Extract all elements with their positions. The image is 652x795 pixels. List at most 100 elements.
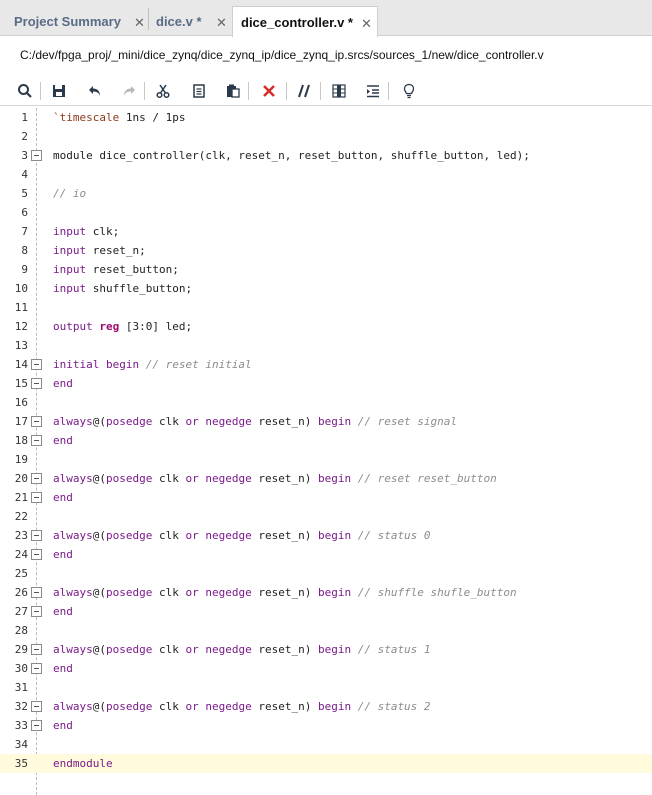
code-editor[interactable]: 1 `timescale 1ns / 1ps 2 3 module dice_contr… xyxy=(0,108,652,795)
copy-icon[interactable] xyxy=(188,80,210,102)
fold-end-icon[interactable] xyxy=(31,492,42,503)
close-icon[interactable]: ✕ xyxy=(134,15,145,31)
code-line[interactable]: 31 xyxy=(0,678,652,697)
code-line[interactable]: 3 module dice_controller(clk, reset_n, re… xyxy=(0,146,652,165)
code-line[interactable]: 34 xyxy=(0,735,652,754)
code-token: clk xyxy=(152,586,186,599)
fold-collapse-icon[interactable] xyxy=(31,587,42,598)
code-keyword: or xyxy=(185,529,199,542)
code-keyword: or xyxy=(185,700,199,713)
code-keyword: or xyxy=(185,415,199,428)
code-token: clk xyxy=(152,415,186,428)
code-line[interactable]: 32 always@(posedge clk or negedge reset_n… xyxy=(0,697,652,716)
code-token: @( xyxy=(92,700,106,713)
code-text: end xyxy=(53,377,73,390)
code-line[interactable]: 2 xyxy=(0,127,652,146)
code-line[interactable]: 5 // io xyxy=(0,184,652,203)
code-line[interactable]: 15 end xyxy=(0,374,652,393)
code-token: @( xyxy=(92,472,106,485)
code-line[interactable]: 24 end xyxy=(0,545,652,564)
code-keyword: or xyxy=(185,472,199,485)
tab-project-summary[interactable]: Project Summary ✕ xyxy=(6,6,148,36)
code-keyword: endmodule xyxy=(53,757,113,770)
column-select-icon[interactable] xyxy=(328,80,350,102)
code-line[interactable]: 14 initial begin // reset initial xyxy=(0,355,652,374)
code-line[interactable]: 21 end xyxy=(0,488,652,507)
code-line[interactable]: 8 input reset_n; xyxy=(0,241,652,260)
code-line[interactable]: 22 xyxy=(0,507,652,526)
fold-end-icon[interactable] xyxy=(31,720,42,731)
code-text: `timescale 1ns / 1ps xyxy=(53,111,185,124)
code-line[interactable]: 19 xyxy=(0,450,652,469)
code-line[interactable]: 9 input reset_button; xyxy=(0,260,652,279)
code-keyword: end xyxy=(53,662,73,675)
tab-dice-v[interactable]: dice.v * ✕ xyxy=(148,6,232,36)
code-line[interactable]: 10 input shuffle_button; xyxy=(0,279,652,298)
fold-collapse-icon[interactable] xyxy=(31,701,42,712)
close-icon[interactable]: ✕ xyxy=(361,16,372,32)
code-text: always@(posedge clk or negedge reset_n) … xyxy=(53,586,517,599)
code-line[interactable]: 17 always@(posedge clk or negedge reset_n… xyxy=(0,412,652,431)
fold-end-icon[interactable] xyxy=(31,435,42,446)
code-line[interactable]: 33 end xyxy=(0,716,652,735)
search-icon[interactable] xyxy=(14,80,36,102)
fold-collapse-icon[interactable] xyxy=(31,473,42,484)
fold-collapse-icon[interactable] xyxy=(31,416,42,427)
code-token: clk xyxy=(152,529,186,542)
code-keyword: end xyxy=(53,605,73,618)
fold-collapse-icon[interactable] xyxy=(31,359,42,370)
fold-end-icon[interactable] xyxy=(31,606,42,617)
code-keyword: begin xyxy=(317,415,352,428)
code-line[interactable]: 27 end xyxy=(0,602,652,621)
code-line[interactable]: 29 always@(posedge clk or negedge reset_n… xyxy=(0,640,652,659)
code-line[interactable]: 30 end xyxy=(0,659,652,678)
code-line[interactable]: 18 end xyxy=(0,431,652,450)
code-line[interactable]: 4 xyxy=(0,165,652,184)
code-line[interactable]: 13 xyxy=(0,336,652,355)
code-text: end xyxy=(53,605,73,618)
code-line[interactable]: 26 always@(posedge clk or negedge reset_n… xyxy=(0,583,652,602)
save-icon[interactable] xyxy=(48,80,70,102)
code-line[interactable]: 35 endmodule xyxy=(0,754,652,773)
paste-icon[interactable] xyxy=(222,80,244,102)
fold-end-icon[interactable] xyxy=(31,378,42,389)
tab-label: Project Summary xyxy=(14,13,121,29)
toolbar-divider xyxy=(388,82,389,100)
line-number: 29 xyxy=(14,643,28,656)
redo-icon[interactable] xyxy=(118,80,140,102)
fold-collapse-icon[interactable] xyxy=(31,530,42,541)
code-line[interactable]: 25 xyxy=(0,564,652,583)
code-line[interactable]: 7 input clk; xyxy=(0,222,652,241)
toolbar-divider xyxy=(144,82,145,100)
code-line[interactable]: 1 `timescale 1ns / 1ps xyxy=(0,108,652,127)
delete-icon[interactable] xyxy=(258,80,280,102)
comment-icon[interactable] xyxy=(294,80,316,102)
fold-collapse-icon[interactable] xyxy=(31,150,42,161)
fold-collapse-icon[interactable] xyxy=(31,644,42,655)
fold-end-icon[interactable] xyxy=(31,549,42,560)
code-line[interactable]: 28 xyxy=(0,621,652,640)
code-line[interactable]: 6 xyxy=(0,203,652,222)
cut-icon[interactable] xyxy=(152,80,174,102)
code-line[interactable]: 12 output reg [3:0] led; xyxy=(0,317,652,336)
code-line[interactable]: 23 always@(posedge clk or negedge reset_n… xyxy=(0,526,652,545)
code-keyword: begin xyxy=(317,700,352,713)
indent-icon[interactable] xyxy=(362,80,384,102)
code-token: module dice_controller(clk, reset_n, res… xyxy=(53,149,530,162)
code-line[interactable]: 16 xyxy=(0,393,652,412)
line-number: 18 xyxy=(14,434,28,447)
fold-end-icon[interactable] xyxy=(31,663,42,674)
code-keyword: begin xyxy=(317,586,352,599)
code-text: // io xyxy=(53,187,86,200)
code-keyword: always xyxy=(53,643,93,656)
tab-dice-controller-v[interactable]: dice_controller.v * ✕ xyxy=(232,6,378,37)
code-text: always@(posedge clk or negedge reset_n) … xyxy=(53,700,431,713)
undo-icon[interactable] xyxy=(84,80,106,102)
lightbulb-icon[interactable] xyxy=(398,80,420,102)
close-icon[interactable]: ✕ xyxy=(216,15,227,31)
code-line[interactable]: 11 xyxy=(0,298,652,317)
line-number: 32 xyxy=(14,700,28,713)
code-line[interactable]: 20 always@(posedge clk or negedge reset_n… xyxy=(0,469,652,488)
